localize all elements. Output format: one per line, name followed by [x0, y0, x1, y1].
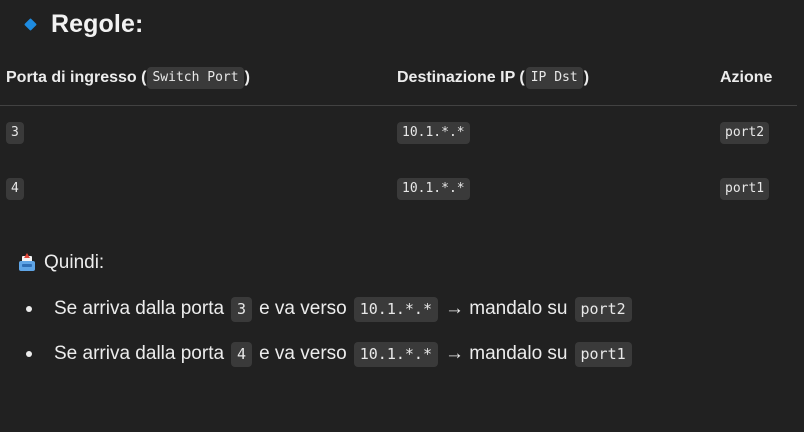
section-heading: Regole:	[22, 6, 143, 42]
header-switch-port: Porta di ingresso ( Switch Port )	[6, 64, 250, 92]
diamond-icon	[24, 17, 37, 31]
header-code: Switch Port	[147, 67, 244, 89]
summary-list: Se arriva dalla porta 3 e va verso 10.1.…	[22, 294, 637, 384]
item-port-code: 4	[231, 341, 253, 367]
item-text: → mandalo su	[444, 343, 568, 364]
table-row: 4 10.1.*.* port1	[0, 178, 796, 204]
cell-port: 3	[6, 122, 24, 144]
cell-ip: 10.1.*.*	[397, 178, 470, 200]
bullet-icon	[26, 351, 32, 357]
cell-ip: 10.1.*.*	[397, 122, 470, 144]
summary-label-text: Quindi:	[44, 252, 105, 273]
summary-label: Quindi:	[18, 252, 104, 274]
item-text: e va verso	[259, 298, 347, 319]
item-action-code: port2	[574, 296, 632, 322]
item-text: Se arriva dalla porta	[54, 298, 225, 319]
header-text: Azione	[720, 69, 773, 86]
item-ip-code: 10.1.*.*	[353, 341, 438, 367]
chat-response: Regole: Porta di ingresso ( Switch Port …	[0, 0, 804, 432]
heading-title: Regole:	[51, 9, 144, 38]
header-text: Porta di ingresso (	[6, 69, 147, 86]
list-item: Se arriva dalla porta 3 e va verso 10.1.…	[22, 294, 637, 324]
table-divider	[0, 105, 797, 106]
header-ip-dst: Destinazione IP ( IP Dst )	[397, 64, 589, 92]
item-action-code: port1	[574, 341, 632, 367]
bullet-icon	[26, 306, 32, 312]
header-text: )	[244, 69, 250, 86]
outbox-tray-icon	[18, 253, 36, 272]
header-text: )	[583, 69, 590, 86]
item-text: e va verso	[259, 343, 347, 364]
cell-action: port1	[720, 178, 770, 200]
item-port-code: 3	[231, 296, 253, 322]
cell-port: 4	[6, 178, 24, 200]
header-code: IP Dst	[525, 67, 583, 89]
list-item: Se arriva dalla porta 4 e va verso 10.1.…	[22, 339, 637, 369]
item-text: Se arriva dalla porta	[54, 343, 225, 364]
table-row: 3 10.1.*.* port2	[0, 122, 796, 148]
item-ip-code: 10.1.*.*	[353, 296, 438, 322]
cell-action: port2	[720, 122, 770, 144]
item-text: → mandalo su	[444, 298, 568, 319]
header-text: Destinazione IP (	[397, 69, 525, 86]
header-action: Azione	[720, 64, 772, 92]
table-header: Porta di ingresso ( Switch Port ) Destin…	[0, 64, 796, 94]
